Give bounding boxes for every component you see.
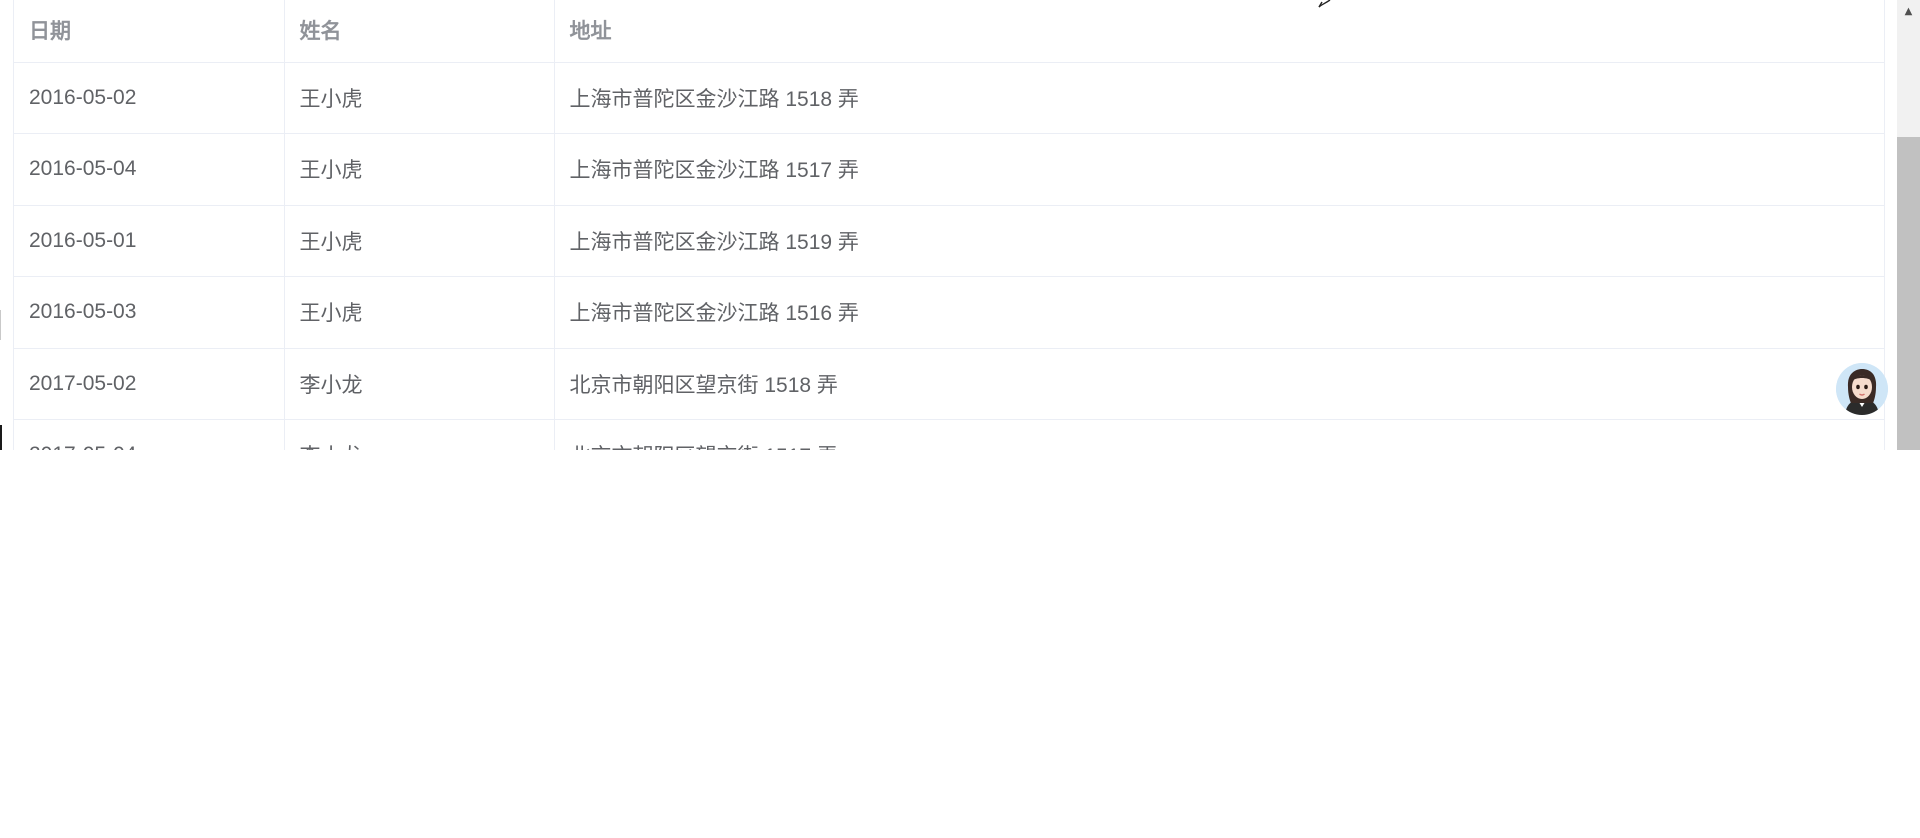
page-viewport: 日期 姓名 地址 2016-05-02 王小虎 上海市普陀区金沙江路 1518 … [0, 0, 1920, 450]
cell-address: 上海市普陀区金沙江路 1517 弄 [554, 133, 1884, 206]
cell-date: 2017-05-02 [14, 348, 285, 420]
cell-address: 北京市朝阳区望京街 1517 弄 [554, 419, 1884, 450]
cell-address: 上海市普陀区金沙江路 1516 弄 [554, 276, 1884, 349]
table-row[interactable]: 2017-05-04 李小龙 北京市朝阳区望京街 1517 弄 [14, 419, 1884, 450]
cell-name: 王小虎 [284, 276, 555, 349]
cell-date: 2016-05-04 [14, 133, 285, 206]
cell-date: 2016-05-03 [14, 276, 285, 349]
column-header-name[interactable]: 姓名 [284, 0, 555, 63]
cell-name: 王小虎 [284, 133, 555, 206]
avatar-portrait-icon [1836, 363, 1888, 415]
column-header-date[interactable]: 日期 [14, 0, 285, 63]
cell-address: 上海市普陀区金沙江路 1519 弄 [554, 205, 1884, 277]
header-row: 日期 姓名 地址 [14, 0, 1884, 63]
table-header: 日期 姓名 地址 [14, 0, 1884, 63]
table-row[interactable]: 2016-05-02 王小虎 上海市普陀区金沙江路 1518 弄 [14, 62, 1884, 134]
left-edge-marker [0, 425, 2, 450]
scroll-up-arrow[interactable]: ▲ [1897, 0, 1920, 22]
cell-date: 2017-05-04 [14, 419, 285, 450]
table-body: 2016-05-02 王小虎 上海市普陀区金沙江路 1518 弄 2016-05… [14, 62, 1884, 450]
table-row[interactable]: 2016-05-03 王小虎 上海市普陀区金沙江路 1516 弄 [14, 276, 1884, 349]
data-table: 日期 姓名 地址 2016-05-02 王小虎 上海市普陀区金沙江路 1518 … [14, 0, 1884, 450]
table-row[interactable]: 2016-05-01 王小虎 上海市普陀区金沙江路 1519 弄 [14, 205, 1884, 277]
cell-name: 王小虎 [284, 205, 555, 277]
cell-name: 王小虎 [284, 62, 555, 134]
cell-address: 北京市朝阳区望京街 1518 弄 [554, 348, 1884, 420]
left-edge-divider [0, 310, 1, 340]
cell-date: 2016-05-02 [14, 62, 285, 134]
cell-name: 李小龙 [284, 419, 555, 450]
column-header-address[interactable]: 地址 [554, 0, 1884, 63]
cell-date: 2016-05-01 [14, 205, 285, 277]
table-row[interactable]: 2016-05-04 王小虎 上海市普陀区金沙江路 1517 弄 [14, 133, 1884, 206]
assistant-avatar-icon[interactable] [1836, 363, 1888, 415]
vertical-scrollbar-thumb[interactable] [1897, 137, 1920, 450]
data-table-container: 日期 姓名 地址 2016-05-02 王小虎 上海市普陀区金沙江路 1518 … [13, 0, 1885, 450]
table-row[interactable]: 2017-05-02 李小龙 北京市朝阳区望京街 1518 弄 [14, 348, 1884, 420]
cell-name: 李小龙 [284, 348, 555, 420]
cursor-fragment-icon [1318, 0, 1331, 8]
cell-address: 上海市普陀区金沙江路 1518 弄 [554, 62, 1884, 134]
